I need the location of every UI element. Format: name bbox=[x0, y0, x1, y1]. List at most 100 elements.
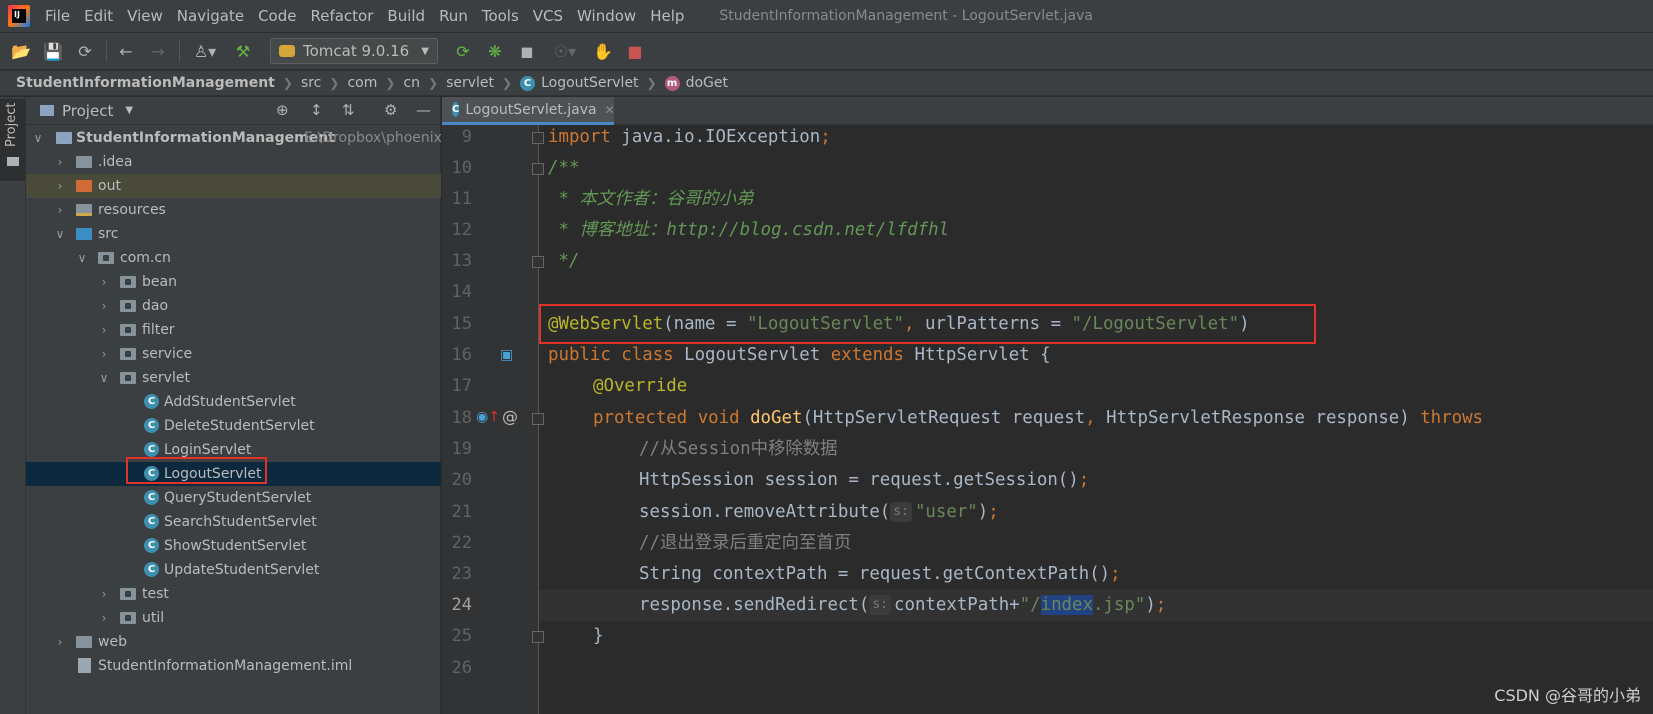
chevron-right-icon[interactable]: › bbox=[54, 174, 66, 198]
chevron-down-icon[interactable]: ∨ bbox=[76, 246, 88, 270]
expand-all-icon[interactable]: ↕ bbox=[310, 101, 323, 119]
line-number: 14 bbox=[451, 282, 472, 302]
breadcrumb-cn[interactable]: cn bbox=[403, 75, 420, 91]
menu-tools[interactable]: Tools bbox=[475, 0, 526, 32]
breadcrumb-class[interactable]: LogoutServlet bbox=[541, 75, 638, 91]
line-number: 19 bbox=[451, 439, 472, 459]
code-line-18: protected void doGet(HttpServletRequest … bbox=[593, 408, 1484, 428]
sync-icon[interactable]: ⟳ bbox=[74, 40, 96, 62]
debug-bug-icon[interactable]: ❋ bbox=[484, 40, 506, 62]
menu-window[interactable]: Window bbox=[570, 0, 643, 32]
menu-view[interactable]: View bbox=[120, 0, 170, 32]
tree-item-class[interactable]: C UpdateStudentServlet bbox=[26, 558, 441, 582]
web-servlet-gutter-icon[interactable]: ▣ bbox=[500, 347, 513, 363]
open-folder-icon[interactable]: 📂 bbox=[10, 40, 32, 62]
breadcrumb-method[interactable]: doGet bbox=[686, 75, 728, 91]
tree-root[interactable]: ∨ StudentInformationManagement E:\Dropbo… bbox=[26, 126, 447, 150]
tree-item-servlet[interactable]: ∨ servlet bbox=[26, 366, 441, 390]
user-vcs-icon[interactable]: ♙▾ bbox=[188, 40, 222, 62]
menu-edit[interactable]: Edit bbox=[77, 0, 120, 32]
fold-marker-icon[interactable] bbox=[532, 132, 544, 144]
tree-item-iml[interactable]: StudentInformationManagement.iml bbox=[26, 654, 441, 678]
tree-item-label: StudentInformationManagement.iml bbox=[98, 658, 353, 674]
locate-target-icon[interactable]: ⊕ bbox=[276, 101, 289, 119]
run-config-dropdown[interactable]: Tomcat 9.0.16 ▼ bbox=[270, 38, 438, 64]
close-icon[interactable]: ✕ bbox=[605, 103, 615, 117]
tree-item-class[interactable]: C DeleteStudentServlet bbox=[26, 414, 441, 438]
tree-item-comcn[interactable]: ∨ com.cn bbox=[26, 246, 441, 270]
menu-help[interactable]: Help bbox=[643, 0, 691, 32]
tree-item-class[interactable]: C AddStudentServlet bbox=[26, 390, 441, 414]
build-hammer-icon[interactable]: ⚒ bbox=[232, 40, 254, 62]
minimize-icon[interactable]: — bbox=[416, 101, 431, 119]
menu-code[interactable]: Code bbox=[251, 0, 303, 32]
menu-vcs[interactable]: VCS bbox=[526, 0, 570, 32]
chevron-right-icon[interactable]: › bbox=[98, 582, 110, 606]
tree-item-idea[interactable]: › .idea bbox=[26, 150, 441, 174]
code-editor[interactable]: 9 10 11 12 13 14 15 16 17 18 19 20 21 22… bbox=[442, 125, 1653, 714]
save-icon[interactable]: 💾 bbox=[42, 40, 64, 62]
class-icon: C bbox=[144, 442, 159, 457]
rerun-icon[interactable]: ⟳ bbox=[452, 40, 474, 62]
chevron-down-icon[interactable]: ∨ bbox=[32, 126, 44, 150]
fold-marker-icon[interactable] bbox=[532, 163, 544, 175]
breadcrumb-com[interactable]: com bbox=[347, 75, 377, 91]
tree-item-resources[interactable]: › resources bbox=[26, 198, 441, 222]
chevron-right-icon[interactable]: › bbox=[98, 606, 110, 630]
breadcrumb-src[interactable]: src bbox=[301, 75, 321, 91]
tree-item-dao[interactable]: › dao bbox=[26, 294, 441, 318]
chevron-down-icon[interactable]: ∨ bbox=[98, 366, 110, 390]
package-icon bbox=[120, 372, 136, 384]
coverage-icon[interactable]: ◼ bbox=[516, 40, 538, 62]
chevron-down-icon[interactable]: ∨ bbox=[54, 222, 66, 246]
project-panel-header: Project ▼ ⊕ ↕ ⇅ ⚙ — bbox=[26, 97, 440, 125]
chevron-right-icon[interactable]: › bbox=[98, 342, 110, 366]
gear-icon[interactable]: ⚙ bbox=[384, 101, 397, 119]
tree-item-service[interactable]: › service bbox=[26, 342, 441, 366]
code-line-13: */ bbox=[548, 251, 580, 271]
chevron-right-icon[interactable]: › bbox=[98, 270, 110, 294]
chevron-right-icon[interactable]: › bbox=[54, 198, 66, 222]
annotation-gutter-icon[interactable]: @ bbox=[502, 407, 518, 426]
back-arrow-icon[interactable]: ← bbox=[115, 40, 137, 62]
tree-item-label: servlet bbox=[142, 370, 190, 386]
line-number: 23 bbox=[451, 564, 472, 584]
stop-icon[interactable]: ■ bbox=[624, 40, 646, 62]
project-tool-tab[interactable]: Project bbox=[0, 99, 25, 181]
tree-item-out[interactable]: › out bbox=[26, 174, 441, 198]
tree-item-filter[interactable]: › filter bbox=[26, 318, 441, 342]
fold-marker-icon[interactable] bbox=[532, 631, 544, 643]
tree-item-web[interactable]: › web bbox=[26, 630, 441, 654]
editor-tab-logoutservlet[interactable]: C LogoutServlet.java ✕ bbox=[442, 97, 615, 125]
tree-item-class[interactable]: C ShowStudentServlet bbox=[26, 534, 441, 558]
menu-file[interactable]: File bbox=[38, 0, 77, 32]
menu-navigate[interactable]: Navigate bbox=[170, 0, 251, 32]
fold-marker-icon[interactable] bbox=[532, 413, 544, 425]
tree-item-src[interactable]: ∨ src bbox=[26, 222, 441, 246]
breadcrumb-servlet[interactable]: servlet bbox=[446, 75, 494, 91]
tree-item-class[interactable]: C QueryStudentServlet bbox=[26, 486, 441, 510]
collapse-all-icon[interactable]: ⇅ bbox=[342, 101, 355, 119]
chevron-right-icon[interactable]: › bbox=[54, 150, 66, 174]
override-method-gutter-icon[interactable]: ◉↑ bbox=[476, 409, 500, 425]
tree-item-test[interactable]: › test bbox=[26, 582, 441, 606]
chevron-down-icon[interactable]: ▼ bbox=[125, 105, 133, 116]
menu-refactor[interactable]: Refactor bbox=[303, 0, 380, 32]
tree-item-util[interactable]: › util bbox=[26, 606, 441, 630]
fold-marker-icon[interactable] bbox=[532, 256, 544, 268]
tree-item-class[interactable]: C SearchStudentServlet bbox=[26, 510, 441, 534]
menu-run[interactable]: Run bbox=[432, 0, 475, 32]
attach-icon[interactable]: ✋ bbox=[592, 40, 614, 62]
package-icon bbox=[120, 276, 136, 288]
project-panel-title[interactable]: Project bbox=[62, 102, 113, 120]
breadcrumb-project[interactable]: StudentInformationManagement bbox=[16, 75, 275, 91]
tree-item-bean[interactable]: › bean bbox=[26, 270, 441, 294]
profile-icon[interactable]: ☉▾ bbox=[548, 40, 582, 62]
resources-folder-icon bbox=[76, 204, 92, 216]
chevron-right-icon[interactable]: › bbox=[98, 294, 110, 318]
menu-build[interactable]: Build bbox=[380, 0, 432, 32]
code-line-17: @Override bbox=[593, 376, 688, 396]
chevron-right-icon[interactable]: › bbox=[54, 630, 66, 654]
forward-arrow-icon[interactable]: → bbox=[147, 40, 169, 62]
chevron-right-icon[interactable]: › bbox=[98, 318, 110, 342]
